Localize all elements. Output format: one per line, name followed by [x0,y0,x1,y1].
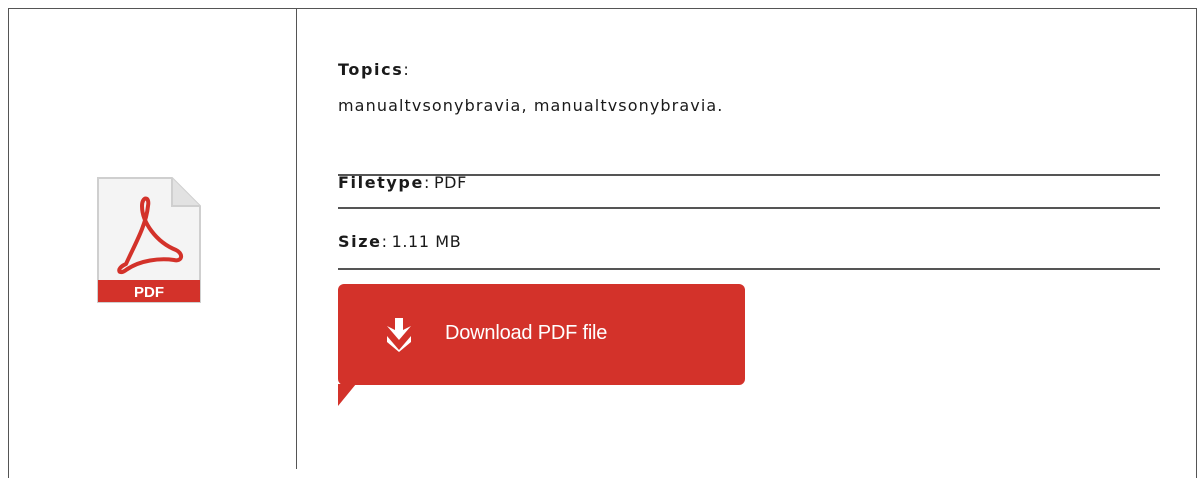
size-label: Size [338,232,382,251]
filetype-label: Filetype [338,173,424,192]
divider-rule [338,268,1160,270]
pdf-file-icon: PDF [97,177,201,303]
topics-value: manualtvsonybravia, manualtvsonybravia. [338,96,724,115]
size-row-text: Size: 1.11 MB [338,232,461,251]
size-separator: : [381,232,388,251]
download-button-label: Download PDF file [445,322,608,344]
download-button-tail [338,384,356,406]
size-value: 1.11 MB [391,232,462,251]
pdf-badge-text: PDF [134,284,164,301]
topics-label: Topics [338,60,404,79]
download-arrow-icon [387,318,411,352]
divider-rule [338,207,1160,209]
filetype-row-text: Filetype: PDF [338,173,467,192]
column-divider [296,8,297,469]
topics-heading: Topics: [338,60,409,79]
filetype-value: PDF [433,173,467,192]
filetype-separator: : [423,173,430,192]
topics-separator: : [403,60,410,79]
